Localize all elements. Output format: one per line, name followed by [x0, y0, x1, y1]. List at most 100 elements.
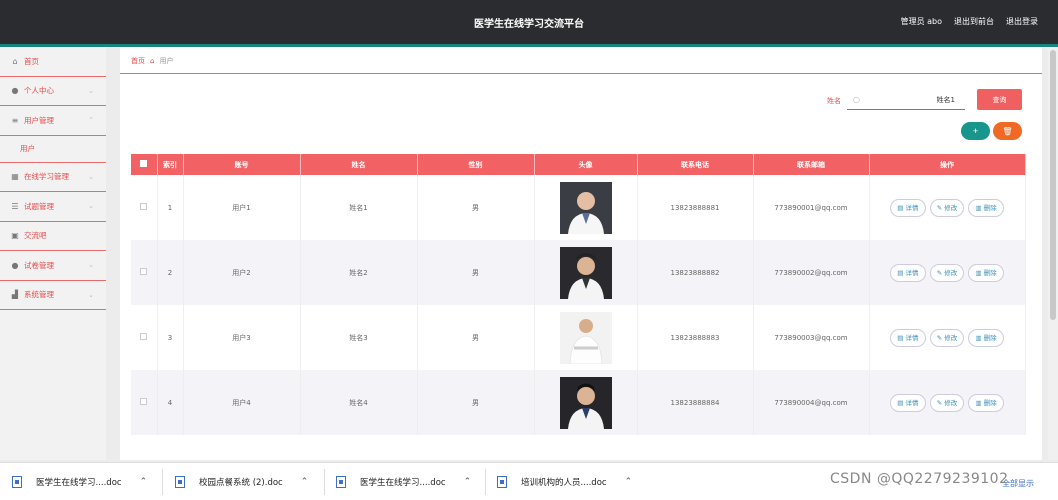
document-file-icon	[12, 476, 22, 488]
document-icon: ▤	[897, 268, 906, 277]
list-icon: ≡	[11, 115, 19, 125]
breadcrumb-current: 用户	[159, 57, 174, 65]
cell-email: 773890003@qq.com	[753, 305, 870, 370]
cell-phone: 13823888883	[637, 305, 754, 370]
download-item[interactable]: 校园点餐系统 (2).doc ⌃	[175, 471, 308, 493]
chevron-down-icon: ⌄	[88, 172, 94, 181]
sidebar-item-questions[interactable]: ☰ 试题管理 ⌄	[0, 192, 106, 222]
clipboard-icon: ▣	[11, 231, 19, 241]
cell-account: 用户4	[183, 370, 301, 435]
cell-gender: 男	[417, 240, 535, 305]
row-checkbox[interactable]	[140, 398, 148, 405]
sidebar-item-label: 个人中心	[24, 86, 54, 96]
edit-button[interactable]: ✎ 修改	[929, 393, 965, 412]
edit-button[interactable]: ✎ 修改	[929, 328, 965, 347]
cell-gender: 男	[417, 370, 535, 435]
edit-button[interactable]: ✎ 修改	[929, 263, 965, 282]
delete-button[interactable]: ▥ 删除	[968, 328, 1004, 347]
grid-icon: ▦	[11, 172, 19, 182]
sidebar-item-exam-papers[interactable]: ● 试卷管理 ⌄	[0, 251, 106, 281]
sidebar-item-forum[interactable]: ▣ 交流吧	[0, 222, 106, 251]
sidebar-item-label: 试题管理	[24, 201, 54, 211]
sidebar-item-personal-center[interactable]: ● 个人中心 ⌄	[0, 77, 106, 106]
download-item[interactable]: 医学生在线学习....doc ⌃	[12, 471, 147, 493]
app-title: 医学生在线学习交流平台	[474, 19, 584, 30]
download-filename: 医学生在线学习....doc	[360, 478, 446, 488]
cell-email: 773890002@qq.com	[753, 240, 870, 305]
top-header-bar: 医学生在线学习交流平台 管理员 abo 退出到前台 退出登录	[0, 0, 1058, 44]
query-button[interactable]: 查询	[977, 89, 1022, 110]
sliders-icon: ☰	[11, 201, 19, 211]
detail-button[interactable]: ▤ 详情	[890, 393, 926, 412]
sidebar-item-system[interactable]: ▟ 系统管理 ⌄	[0, 281, 106, 310]
avatar	[559, 181, 612, 234]
scrollbar-thumb[interactable]	[1050, 50, 1056, 320]
avatar	[559, 246, 612, 299]
sidebar-item-label: 在线学习管理	[24, 172, 69, 182]
breadcrumb-home[interactable]: 首页	[131, 56, 145, 66]
table-row: 2 用户2 姓名2 男 13823888882 773890002@qq.com…	[131, 240, 1026, 305]
divider	[324, 469, 325, 495]
download-item[interactable]: 培训机构的人员....doc ⌃	[497, 471, 632, 493]
batch-delete-button[interactable]: 🗑	[993, 122, 1022, 140]
document-icon: ▤	[897, 203, 906, 212]
divider	[162, 469, 163, 495]
chevron-down-icon: ⌄	[88, 202, 94, 211]
download-item[interactable]: 医学生在线学习....doc ⌃	[336, 471, 471, 493]
search-icon: ○	[853, 95, 860, 104]
sidebar-item-label: 试卷管理	[24, 260, 54, 270]
chevron-up-icon[interactable]: ⌃	[140, 477, 148, 487]
cell-index: 1	[157, 175, 184, 240]
delete-button[interactable]: ▥ 删除	[968, 393, 1004, 412]
chevron-up-icon[interactable]: ⌃	[464, 477, 472, 487]
detail-button[interactable]: ▤ 详情	[890, 263, 926, 282]
logout-link[interactable]: 退出登录	[1006, 16, 1038, 27]
row-checkbox[interactable]	[140, 333, 148, 340]
user-icon: ●	[11, 260, 19, 270]
select-all-checkbox-cell[interactable]	[131, 154, 158, 175]
sidebar-subitem-users[interactable]: 用户	[0, 136, 106, 163]
user-icon: ●	[11, 86, 19, 96]
column-header: 联系邮箱	[753, 154, 870, 175]
admin-user-label[interactable]: 管理员 abo	[901, 16, 942, 27]
chevron-up-icon[interactable]: ⌃	[625, 477, 633, 487]
document-file-icon	[336, 476, 346, 488]
divider	[485, 469, 486, 495]
search-input[interactable]	[859, 95, 955, 104]
chevron-down-icon: ⌄	[88, 261, 94, 270]
sidebar-item-user-management[interactable]: ≡ 用户管理 ⌃	[0, 106, 106, 136]
header-user-menu: 管理员 abo 退出到前台 退出登录	[901, 16, 1038, 27]
row-checkbox[interactable]	[140, 203, 148, 210]
avatar	[559, 311, 612, 364]
document-icon: ▤	[897, 398, 906, 407]
search-label: 姓名	[827, 97, 841, 105]
cell-email: 773890001@qq.com	[753, 175, 870, 240]
column-header: 操作	[869, 154, 1026, 175]
detail-button[interactable]: ▤ 详情	[890, 198, 926, 217]
sidebar-item-home[interactable]: ⌂ 首页	[0, 47, 106, 77]
add-button[interactable]: +	[961, 122, 990, 140]
table-header-row: 索引 账号 姓名 性别 头像 联系电话 联系邮箱 操作	[131, 154, 1026, 175]
chevron-up-icon: ⌃	[88, 116, 94, 125]
column-header: 姓名	[300, 154, 418, 175]
home-icon: ⌂	[150, 57, 155, 65]
sidebar-item-online-learning[interactable]: ▦ 在线学习管理 ⌄	[0, 163, 106, 192]
document-file-icon	[497, 476, 507, 488]
cell-account: 用户1	[183, 175, 301, 240]
watermark: CSDN @QQ2279239102	[830, 471, 1009, 487]
chevron-up-icon[interactable]: ⌃	[301, 477, 309, 487]
cell-index: 4	[157, 370, 184, 435]
edit-button[interactable]: ✎ 修改	[929, 198, 965, 217]
divider	[120, 73, 1042, 74]
download-filename: 校园点餐系统 (2).doc	[199, 478, 283, 488]
row-checkbox[interactable]	[140, 268, 148, 275]
delete-button[interactable]: ▥ 删除	[968, 263, 1004, 282]
delete-button[interactable]: ▥ 删除	[968, 198, 1004, 217]
select-all-checkbox[interactable]	[140, 160, 148, 167]
trash-icon: ▥	[975, 398, 984, 407]
chevron-down-icon: ⌄	[88, 86, 94, 95]
cell-name: 姓名3	[300, 305, 418, 370]
exit-to-frontend-link[interactable]: 退出到前台	[954, 16, 994, 27]
detail-button[interactable]: ▤ 详情	[890, 328, 926, 347]
column-header: 头像	[534, 154, 638, 175]
